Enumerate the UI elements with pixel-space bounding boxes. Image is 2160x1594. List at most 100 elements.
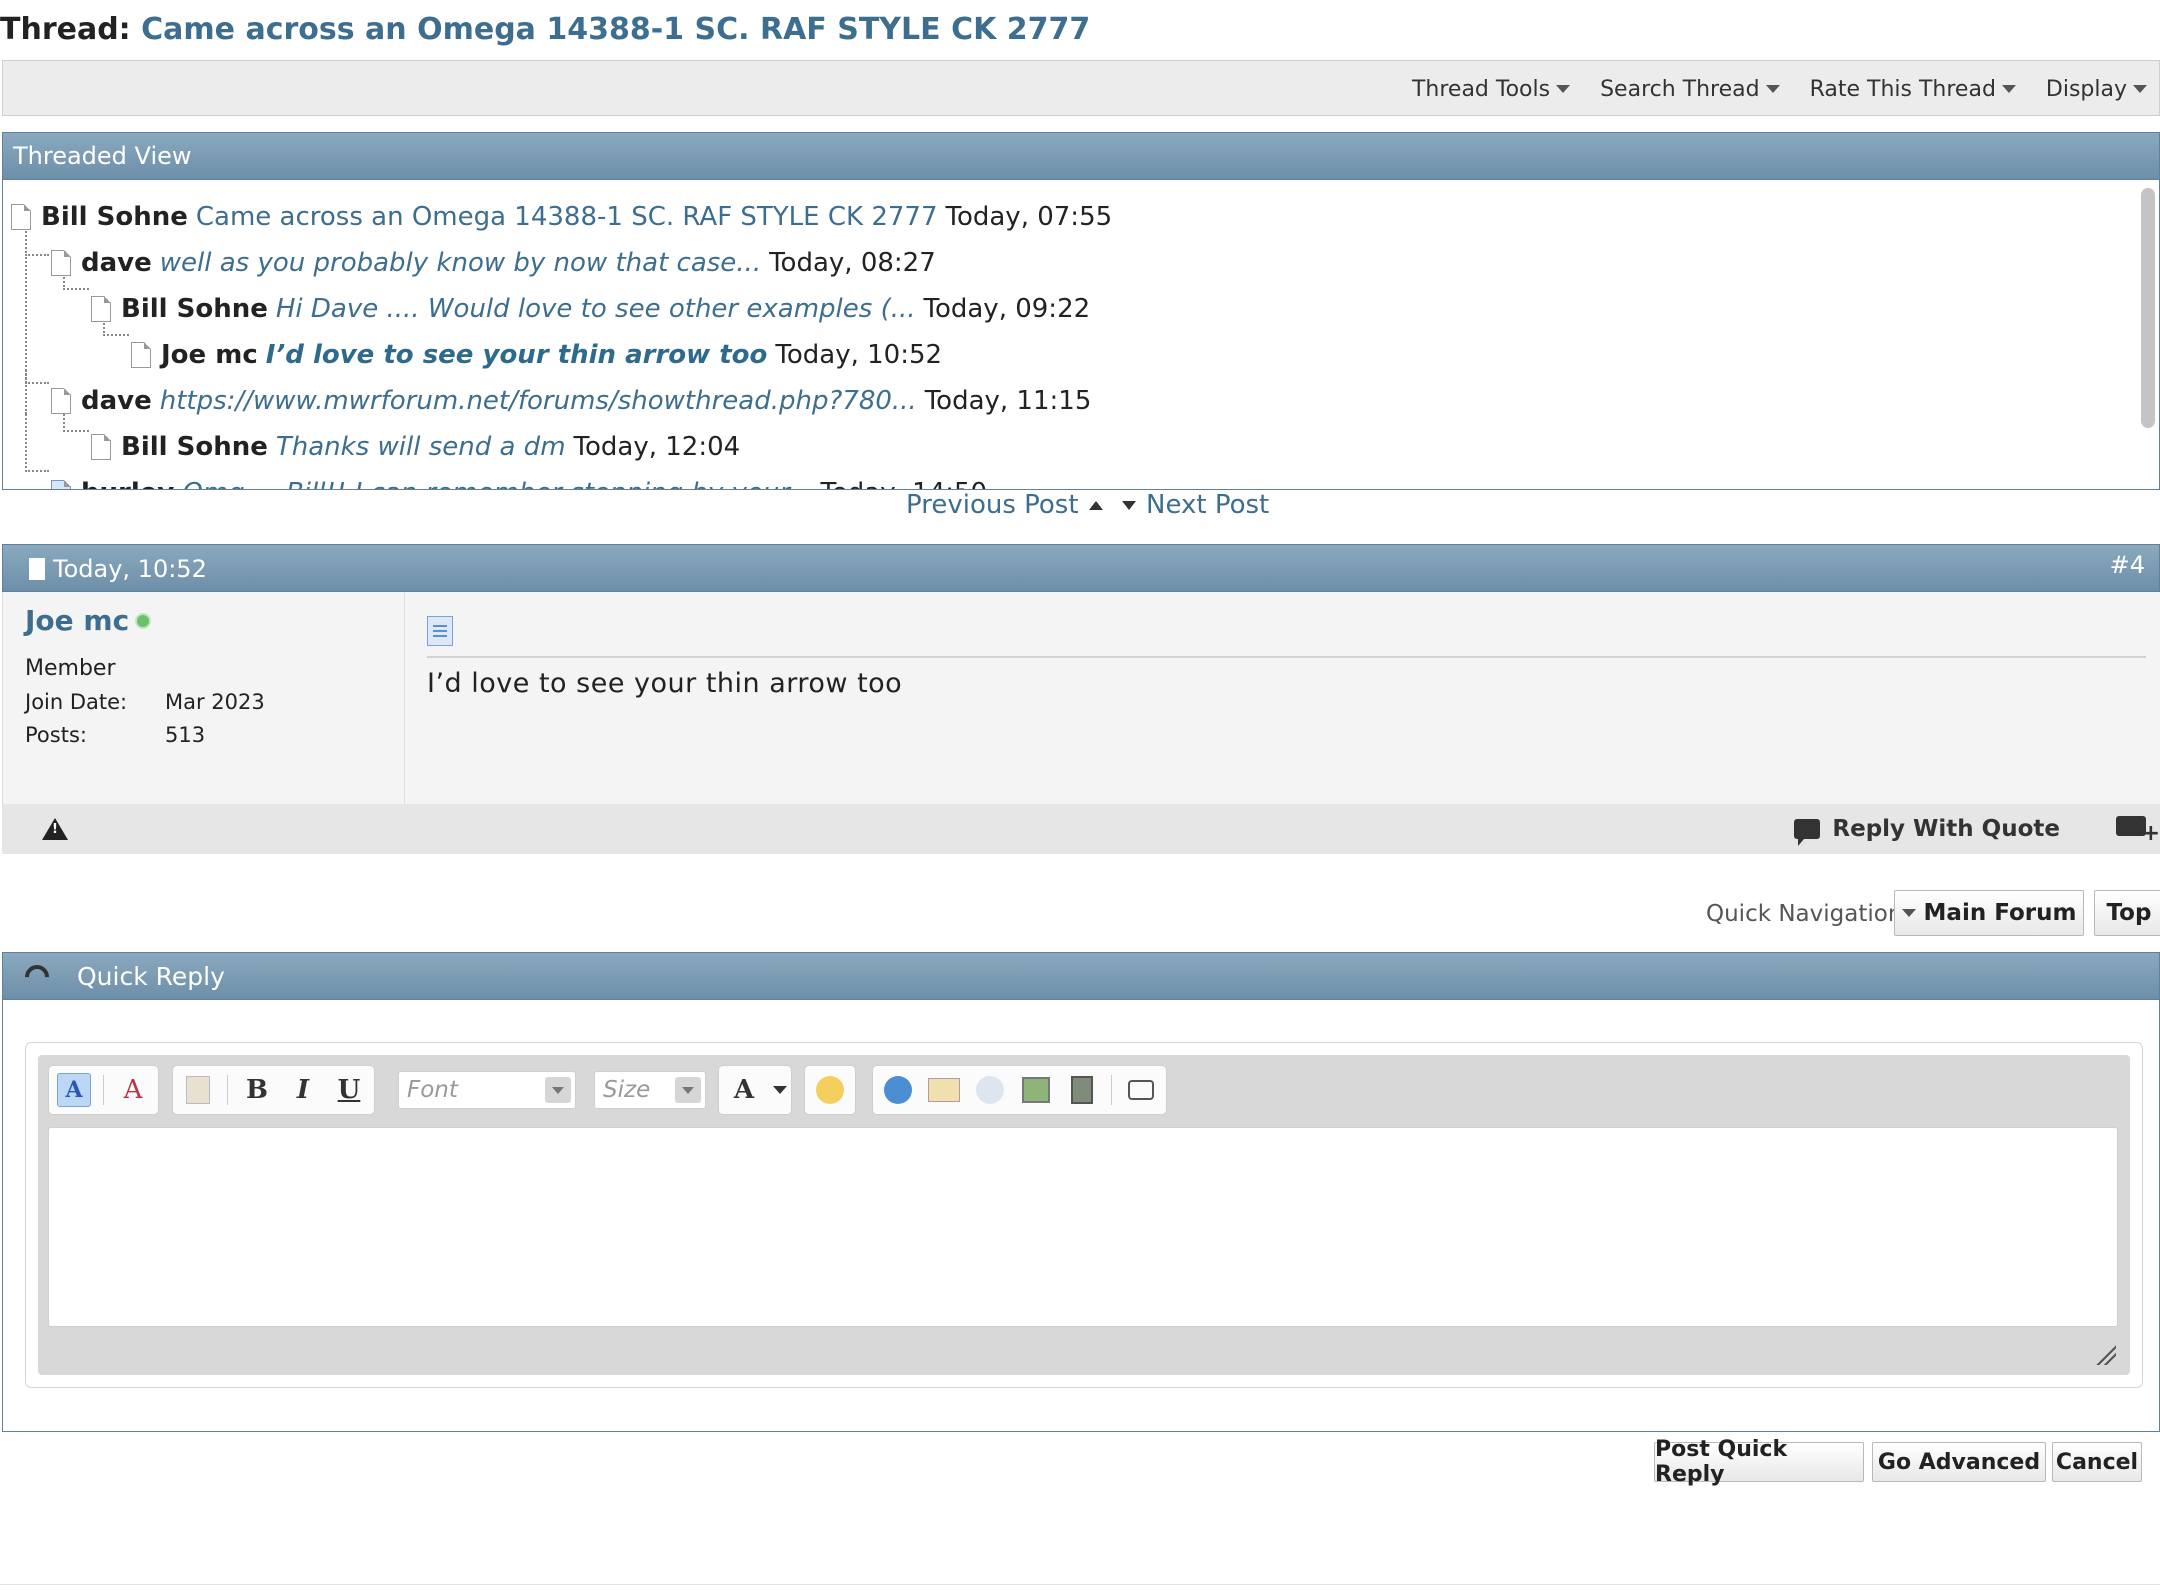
row-title-link[interactable]: well as you probably know by now that ca… xyxy=(160,240,761,286)
posts-value: 513 xyxy=(165,723,206,747)
chevron-down-icon xyxy=(1556,85,1571,93)
chevron-down-icon xyxy=(1901,909,1916,917)
threaded-view-list: Bill Sohne Came across an Omega 14388-1 … xyxy=(2,180,2160,490)
post-count: Posts: 513 xyxy=(25,723,205,747)
thread-row[interactable]: hurley Omg ... Bill!! I can remember sto… xyxy=(51,470,987,489)
cancel-button[interactable]: Cancel xyxy=(2052,1442,2142,1482)
post-date-text: Today, 10:52 xyxy=(53,555,207,583)
email-link-icon[interactable] xyxy=(927,1073,961,1107)
insert-image-icon[interactable] xyxy=(1019,1073,1053,1107)
threaded-view-header: Threaded View xyxy=(2,132,2160,180)
user-rank: Member xyxy=(25,656,116,681)
italic-icon[interactable]: I xyxy=(286,1073,320,1107)
join-date: Join Date: Mar 2023 xyxy=(25,690,265,714)
remove-formatting-icon[interactable]: A xyxy=(116,1073,150,1107)
post-message: I’d love to see your thin arrow too xyxy=(427,616,2146,699)
row-author: Bill Sohne xyxy=(41,202,188,232)
next-post-link[interactable]: Next Post xyxy=(1122,490,1269,520)
row-time: Today, 10:52 xyxy=(775,340,943,370)
underline-icon[interactable]: U xyxy=(332,1073,366,1107)
thread-title-link[interactable]: Came across an Omega 14388-1 SC. RAF STY… xyxy=(141,12,1090,47)
text-color-button[interactable]: A xyxy=(718,1065,792,1115)
insert-link-icon[interactable] xyxy=(881,1073,915,1107)
row-title-link[interactable]: I’d love to see your thin arrow too xyxy=(266,332,768,378)
username: Joe mc xyxy=(25,604,150,637)
post-header: Today, 10:52 #4 xyxy=(2,544,2160,592)
resize-handle-icon[interactable] xyxy=(2094,1343,2116,1365)
top-button[interactable]: Top xyxy=(2094,890,2160,936)
chevron-down-icon xyxy=(1765,85,1780,93)
insert-video-icon[interactable] xyxy=(1065,1073,1099,1107)
row-title-link[interactable]: https://www.mwrforum.net/forums/showthre… xyxy=(160,378,917,424)
thread-row[interactable]: Bill Sohne Thanks will send a dm Today, … xyxy=(91,424,740,470)
thread-row[interactable]: dave well as you probably know by now th… xyxy=(51,240,936,286)
editor: A A B I U Font Size A xyxy=(25,1042,2143,1388)
row-author: dave xyxy=(81,386,152,416)
post-body: Joe mc Member Join Date: Mar 2023 Posts:… xyxy=(2,592,2160,804)
arrow-up-icon xyxy=(1088,500,1103,510)
post-quick-reply-button[interactable]: Post Quick Reply xyxy=(1654,1437,1864,1487)
thread-row[interactable]: Bill Sohne Hi Dave .... Would love to se… xyxy=(91,286,1090,332)
threaded-view-scrollbar[interactable] xyxy=(2141,188,2155,428)
quote-icon[interactable] xyxy=(1124,1073,1158,1107)
thread-tools-menu[interactable]: Thread Tools xyxy=(1412,77,1571,102)
post-number-link[interactable]: #4 xyxy=(2110,545,2145,585)
row-time: Today, 07:55 xyxy=(945,202,1113,232)
display-menu[interactable]: Display xyxy=(2046,77,2147,102)
main-forum-button[interactable]: Main Forum xyxy=(1894,890,2084,936)
document-icon xyxy=(51,388,71,414)
reply-with-quote-button[interactable]: Reply With Quote xyxy=(1794,804,2060,854)
font-select[interactable]: Font xyxy=(398,1071,576,1109)
switch-editor-mode-icon[interactable]: A xyxy=(57,1073,91,1107)
go-advanced-button[interactable]: Go Advanced xyxy=(1872,1442,2046,1482)
reply-with-quote-label: Reply With Quote xyxy=(1832,816,2060,842)
row-time: Today, 11:15 xyxy=(924,386,1092,416)
remove-link-icon[interactable] xyxy=(973,1073,1007,1107)
quote-icon xyxy=(1794,819,1821,846)
editor-toolbar-group: B I U xyxy=(172,1065,375,1115)
thread-row[interactable]: dave https://www.mwrforum.net/forums/sho… xyxy=(51,378,1091,424)
previous-post-link[interactable]: Previous Post xyxy=(906,490,1103,520)
search-thread-menu[interactable]: Search Thread xyxy=(1600,77,1780,102)
row-author: Bill Sohne xyxy=(121,432,268,462)
divider xyxy=(0,1584,2160,1585)
chevron-down-icon xyxy=(2001,85,2016,93)
size-select[interactable]: Size xyxy=(594,1071,706,1109)
row-time: Today, 09:22 xyxy=(923,294,1091,324)
thread-prefix: Thread: xyxy=(0,12,131,47)
bold-icon[interactable]: B xyxy=(240,1073,274,1107)
row-title-link[interactable]: Omg ... Bill!! I can remember stopping b… xyxy=(182,470,812,489)
document-icon xyxy=(91,434,111,460)
username-link[interactable]: Joe mc xyxy=(25,604,129,637)
reply-arrow-icon xyxy=(20,960,54,994)
editor-toolbar-group xyxy=(872,1065,1167,1115)
quick-reply-title: Quick Reply xyxy=(77,962,225,991)
thread-row-selected[interactable]: Joe mc I’d love to see your thin arrow t… xyxy=(131,332,942,378)
posts-label: Posts: xyxy=(25,723,87,747)
row-title-link[interactable]: Hi Dave .... Would love to see other exa… xyxy=(276,286,916,332)
chevron-down-icon xyxy=(545,1077,571,1103)
multi-quote-icon[interactable] xyxy=(2116,816,2160,846)
chevron-down-icon xyxy=(773,1086,787,1094)
thread-row[interactable]: Bill Sohne Came across an Omega 14388-1 … xyxy=(11,194,1112,240)
smiley-icon[interactable] xyxy=(813,1073,847,1107)
join-date-value: Mar 2023 xyxy=(165,690,265,714)
document-icon xyxy=(11,204,31,230)
quick-reply-panel: A A B I U Font Size A xyxy=(2,1000,2160,1432)
tree-connector xyxy=(25,414,49,472)
paste-icon[interactable] xyxy=(181,1073,215,1107)
report-post-icon[interactable] xyxy=(42,818,68,840)
rate-thread-menu[interactable]: Rate This Thread xyxy=(1810,77,2016,102)
row-time: Today, 08:27 xyxy=(769,248,936,278)
arrow-down-icon xyxy=(1122,500,1136,510)
row-title-link[interactable]: Thanks will send a dm xyxy=(276,424,566,470)
document-icon xyxy=(91,296,111,322)
editor-toolbar-group: A A xyxy=(48,1065,159,1115)
document-icon xyxy=(51,250,71,276)
row-title-link[interactable]: Came across an Omega 14388-1 SC. RAF STY… xyxy=(196,194,938,240)
document-icon xyxy=(29,558,45,580)
chevron-down-icon xyxy=(2133,85,2147,93)
tree-connector xyxy=(25,370,49,384)
message-textarea[interactable] xyxy=(48,1127,2118,1327)
thread-title: Thread: Came across an Omega 14388-1 SC.… xyxy=(0,6,1090,54)
